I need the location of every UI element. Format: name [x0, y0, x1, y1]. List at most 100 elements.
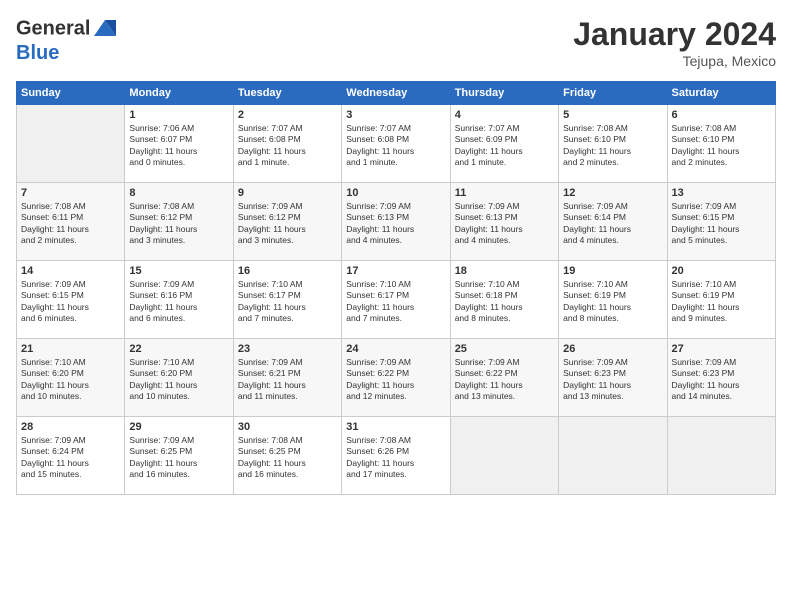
day-info: Sunrise: 7:07 AM Sunset: 6:09 PM Dayligh… [455, 123, 554, 169]
day-cell: 17 Sunrise: 7:10 AM Sunset: 6:17 PM Dayli… [342, 261, 450, 339]
day-info: Sunrise: 7:08 AM Sunset: 6:11 PM Dayligh… [21, 201, 120, 247]
day-cell: 24Sunrise: 7:09 AM Sunset: 6:22 PM Dayli… [342, 339, 450, 417]
logo-icon [92, 16, 118, 42]
day-cell: 1 Sunrise: 7:06 AM Sunset: 6:07 PM Daylig… [125, 105, 233, 183]
day-number: 1 [129, 109, 228, 121]
day-number: 18 [455, 265, 554, 277]
day-cell: 27 Sunrise: 7:09 AM Sunset: 6:23 PM Dayli… [667, 339, 775, 417]
col-header-sunday: Sunday [17, 82, 125, 105]
title-block: January 2024 Tejupa, Mexico [573, 16, 776, 69]
day-cell: 25 Sunrise: 7:09 AM Sunset: 6:22 PM Dayli… [450, 339, 558, 417]
day-number: 17 [346, 265, 445, 277]
day-info: Sunrise: 7:10 AM Sunset: 6:18 PM Dayligh… [455, 279, 554, 325]
day-info: Sunrise: 7:10 AM Sunset: 6:20 PM Dayligh… [129, 357, 228, 403]
day-number: 8 [129, 187, 228, 199]
day-number: 7 [21, 187, 120, 199]
day-number: 9 [238, 187, 337, 199]
col-header-friday: Friday [559, 82, 667, 105]
day-info: Sunrise: 7:08 AM Sunset: 6:25 PM Dayligh… [238, 435, 337, 481]
day-info: Sunrise: 7:08 AM Sunset: 6:10 PM Dayligh… [563, 123, 662, 169]
day-info: Sunrise: 7:07 AM Sunset: 6:08 PM Dayligh… [346, 123, 445, 169]
day-info: Sunrise: 7:09 AM Sunset: 6:13 PM Dayligh… [346, 201, 445, 247]
day-cell: 30 Sunrise: 7:08 AM Sunset: 6:25 PM Dayli… [233, 417, 341, 495]
day-number: 22 [129, 343, 228, 355]
day-cell: 29Sunrise: 7:09 AM Sunset: 6:25 PM Dayli… [125, 417, 233, 495]
day-cell: 4 Sunrise: 7:07 AM Sunset: 6:09 PM Daylig… [450, 105, 558, 183]
day-cell: 21 Sunrise: 7:10 AM Sunset: 6:20 PM Dayli… [17, 339, 125, 417]
day-cell: 15 Sunrise: 7:09 AM Sunset: 6:16 PM Dayli… [125, 261, 233, 339]
day-cell: 6Sunrise: 7:08 AM Sunset: 6:10 PM Daylig… [667, 105, 775, 183]
day-number: 29 [129, 421, 228, 433]
col-header-thursday: Thursday [450, 82, 558, 105]
day-number: 16 [238, 265, 337, 277]
day-number: 31 [346, 421, 445, 433]
day-number: 12 [563, 187, 662, 199]
day-info: Sunrise: 7:10 AM Sunset: 6:17 PM Dayligh… [238, 279, 337, 325]
day-number: 2 [238, 109, 337, 121]
col-header-wednesday: Wednesday [342, 82, 450, 105]
day-info: Sunrise: 7:08 AM Sunset: 6:12 PM Dayligh… [129, 201, 228, 247]
day-number: 30 [238, 421, 337, 433]
day-cell: 10 Sunrise: 7:09 AM Sunset: 6:13 PM Dayli… [342, 183, 450, 261]
day-number: 27 [672, 343, 771, 355]
day-number: 5 [563, 109, 662, 121]
day-info: Sunrise: 7:10 AM Sunset: 6:17 PM Dayligh… [346, 279, 445, 325]
day-cell: 23Sunrise: 7:09 AM Sunset: 6:21 PM Dayli… [233, 339, 341, 417]
day-info: Sunrise: 7:09 AM Sunset: 6:22 PM Dayligh… [346, 357, 445, 403]
day-cell: 9 Sunrise: 7:09 AM Sunset: 6:12 PM Daylig… [233, 183, 341, 261]
day-number: 13 [672, 187, 771, 199]
day-cell: 28 Sunrise: 7:09 AM Sunset: 6:24 PM Dayli… [17, 417, 125, 495]
day-cell [667, 417, 775, 495]
day-cell [17, 105, 125, 183]
day-info: Sunrise: 7:09 AM Sunset: 6:23 PM Dayligh… [672, 357, 771, 403]
day-info: Sunrise: 7:09 AM Sunset: 6:15 PM Dayligh… [672, 201, 771, 247]
col-header-saturday: Saturday [667, 82, 775, 105]
day-info: Sunrise: 7:09 AM Sunset: 6:23 PM Dayligh… [563, 357, 662, 403]
day-number: 28 [21, 421, 120, 433]
day-cell: 5 Sunrise: 7:08 AM Sunset: 6:10 PM Daylig… [559, 105, 667, 183]
day-info: Sunrise: 7:09 AM Sunset: 6:21 PM Dayligh… [238, 357, 337, 403]
day-cell: 20Sunrise: 7:10 AM Sunset: 6:19 PM Dayli… [667, 261, 775, 339]
day-info: Sunrise: 7:09 AM Sunset: 6:12 PM Dayligh… [238, 201, 337, 247]
day-number: 19 [563, 265, 662, 277]
week-row-3: 14Sunrise: 7:09 AM Sunset: 6:15 PM Dayli… [17, 261, 776, 339]
day-cell: 16 Sunrise: 7:10 AM Sunset: 6:17 PM Dayli… [233, 261, 341, 339]
day-info: Sunrise: 7:10 AM Sunset: 6:19 PM Dayligh… [563, 279, 662, 325]
week-row-4: 21 Sunrise: 7:10 AM Sunset: 6:20 PM Dayli… [17, 339, 776, 417]
week-row-2: 7 Sunrise: 7:08 AM Sunset: 6:11 PM Daylig… [17, 183, 776, 261]
header-row: SundayMondayTuesdayWednesdayThursdayFrid… [17, 82, 776, 105]
day-cell: 19 Sunrise: 7:10 AM Sunset: 6:19 PM Dayli… [559, 261, 667, 339]
day-info: Sunrise: 7:09 AM Sunset: 6:13 PM Dayligh… [455, 201, 554, 247]
day-info: Sunrise: 7:10 AM Sunset: 6:20 PM Dayligh… [21, 357, 120, 403]
col-header-tuesday: Tuesday [233, 82, 341, 105]
col-header-monday: Monday [125, 82, 233, 105]
day-info: Sunrise: 7:09 AM Sunset: 6:22 PM Dayligh… [455, 357, 554, 403]
day-info: Sunrise: 7:09 AM Sunset: 6:24 PM Dayligh… [21, 435, 120, 481]
day-info: Sunrise: 7:08 AM Sunset: 6:26 PM Dayligh… [346, 435, 445, 481]
calendar-table: SundayMondayTuesdayWednesdayThursdayFrid… [16, 81, 776, 495]
day-number: 10 [346, 187, 445, 199]
day-cell [450, 417, 558, 495]
day-cell: 2 Sunrise: 7:07 AM Sunset: 6:08 PM Daylig… [233, 105, 341, 183]
header: General Blue January 2024 Tejupa, Mexico [16, 16, 776, 69]
day-number: 25 [455, 343, 554, 355]
day-info: Sunrise: 7:06 AM Sunset: 6:07 PM Dayligh… [129, 123, 228, 169]
day-cell: 22 Sunrise: 7:10 AM Sunset: 6:20 PM Dayli… [125, 339, 233, 417]
day-cell: 3Sunrise: 7:07 AM Sunset: 6:08 PM Daylig… [342, 105, 450, 183]
day-info: Sunrise: 7:07 AM Sunset: 6:08 PM Dayligh… [238, 123, 337, 169]
day-number: 4 [455, 109, 554, 121]
day-number: 11 [455, 187, 554, 199]
page-container: General Blue January 2024 Tejupa, Mexico… [0, 0, 792, 503]
day-cell: 7 Sunrise: 7:08 AM Sunset: 6:11 PM Daylig… [17, 183, 125, 261]
day-number: 15 [129, 265, 228, 277]
logo-general: General [16, 17, 90, 39]
day-cell: 26Sunrise: 7:09 AM Sunset: 6:23 PM Dayli… [559, 339, 667, 417]
day-info: Sunrise: 7:09 AM Sunset: 6:16 PM Dayligh… [129, 279, 228, 325]
logo-blue: Blue [16, 42, 118, 64]
day-info: Sunrise: 7:08 AM Sunset: 6:10 PM Dayligh… [672, 123, 771, 169]
location: Tejupa, Mexico [573, 53, 776, 69]
month-title: January 2024 [573, 16, 776, 53]
day-info: Sunrise: 7:09 AM Sunset: 6:15 PM Dayligh… [21, 279, 120, 325]
day-number: 21 [21, 343, 120, 355]
day-cell: 14Sunrise: 7:09 AM Sunset: 6:15 PM Dayli… [17, 261, 125, 339]
